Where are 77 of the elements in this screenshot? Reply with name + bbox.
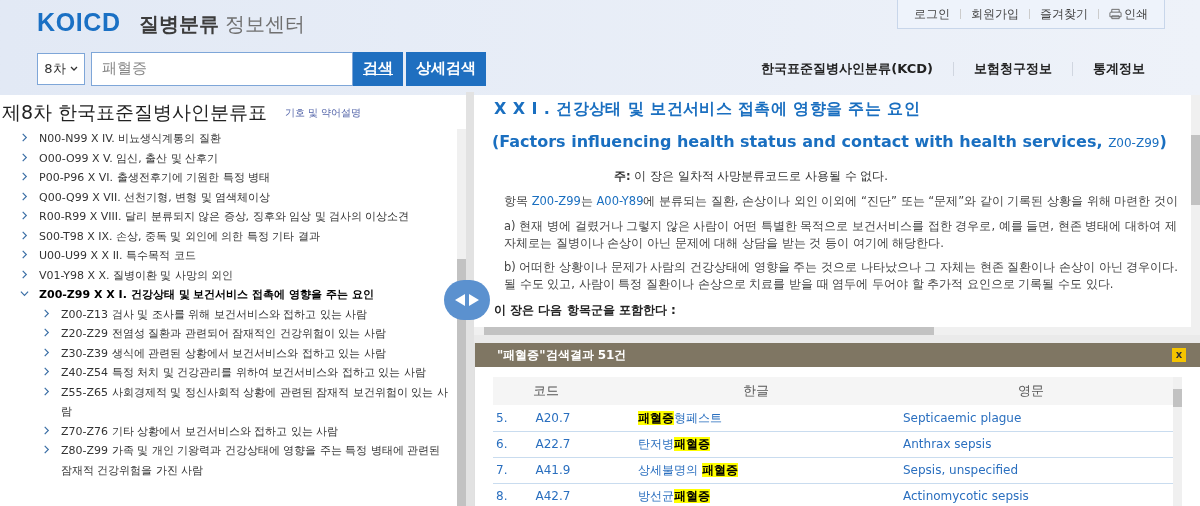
- code-link[interactable]: Z00-Z99: [531, 194, 581, 209]
- english-name-link[interactable]: Sepsis, unspecified: [903, 463, 1019, 477]
- search-field[interactable]: 패혈증: [91, 51, 353, 86]
- code-link[interactable]: A41.9: [535, 461, 571, 479]
- intro-text: 항목 Z00-Z99는 A00-Y89에 분류되는 질환, 손상이나 외인 이외에 “진단” 또는 “문제”와 같이 기록된 상황을 위해 마련한 것이: [504, 193, 1180, 211]
- top-link[interactable]: 인쇄: [1109, 5, 1148, 23]
- logo-text: KOICD: [37, 7, 121, 38]
- row-number: 7.: [496, 462, 508, 479]
- chevron-right-icon: [20, 211, 29, 220]
- chevron-right-icon: [42, 328, 51, 337]
- chapter-title: X X I . 건강상태 및 보건서비스 접촉에 영향을 주는 요인: [494, 98, 921, 120]
- tree-item[interactable]: Z30-Z39 생식에 관련된 상황에서 보건서비스와 접하고 있는 사람: [61, 343, 386, 363]
- tree-item[interactable]: R00-R99 X VIII. 달리 분류되지 않은 증상, 징후와 임상 및 검사의 이상소견: [39, 207, 410, 227]
- tree-item[interactable]: N00-N99 X IV. 비뇨생식계통의 질환: [39, 129, 221, 149]
- paragraph-line: b) 어떠한 상황이나 문제가 사람의 건강상태에 영향을 주는 것으로 나타났으나 그 자체는 현존 질환이나 손상이 아닌 경우이다.: [504, 258, 1179, 276]
- korean-name-link[interactable]: 패혈증형페스트: [638, 410, 722, 425]
- english-name-link[interactable]: Actinomycotic sepsis: [903, 489, 1029, 503]
- row-number: 5.: [496, 409, 508, 427]
- tree-item[interactable]: Z70-Z76 기타 상황에서 보건서비스와 접하고 있는 사람: [61, 421, 338, 441]
- splitter-bar[interactable]: [466, 92, 474, 506]
- column-header: 한글: [623, 377, 888, 405]
- scrollbar[interactable]: [457, 129, 466, 506]
- panel-title: 제8차 한국표준질병사인분류표: [2, 99, 268, 125]
- code-link[interactable]: A22.7: [535, 435, 571, 453]
- tree-item[interactable]: Z20-Z29 전염성 질환과 관련되어 잠재적인 건강위험이 있는 사람: [61, 324, 386, 344]
- row-number: 8.: [496, 488, 508, 505]
- row-number: 6.: [496, 436, 508, 453]
- chevron-right-icon: [20, 133, 29, 142]
- paragraph-line: 자체로는 질병이나 손상이 아닌 문제에 대해 상담을 받는 것 등이 여기에 해당한다.: [504, 234, 945, 252]
- tree-item[interactable]: S00-T98 X IX. 손상, 중독 및 외인에 의한 특정 기타 결과: [39, 226, 320, 246]
- includes-heading: 이 장은 다음 항목군을 포함한다 :: [494, 301, 677, 319]
- code-link[interactable]: A42.7: [535, 487, 571, 505]
- chapter-english-title: (Factors influencing health status and contact with health services, Z00-Z99): [492, 131, 1168, 153]
- nav-link[interactable]: 한국표준질병사인분류(KCD): [761, 58, 933, 79]
- results-title: "패혈증"검색결과 51건: [497, 347, 627, 364]
- version-select[interactable]: 8차: [37, 52, 85, 85]
- printer-icon: [1109, 8, 1122, 20]
- chevron-right-icon: [42, 445, 51, 454]
- paragraph-line: a) 현재 병에 걸렸거나 그렇지 않은 사람이 어떤 특별한 목적으로 보건서비스를 접한 경우로, 예를 들면, 현존 병태에 대하여 제: [504, 217, 1178, 235]
- horizontal-scrollbar[interactable]: [474, 327, 1200, 335]
- tree-item[interactable]: P00-P96 X VI. 출생전후기에 기원한 특정 병태: [39, 168, 270, 188]
- column-header: 코드: [493, 377, 623, 405]
- top-link[interactable]: 로그인: [914, 5, 950, 23]
- note-text: 주: 이 장은 일차적 사망분류코드로 사용될 수 없다.: [614, 168, 889, 185]
- tree-item[interactable]: Z00-Z13 검사 및 조사를 위해 보건서비스와 접하고 있는 사람: [61, 304, 367, 324]
- site-title: 질병분류 정보센터: [138, 11, 306, 38]
- korean-name-link[interactable]: 상세불명의 패혈증: [638, 463, 738, 477]
- nav-link[interactable]: 보험청구정보: [974, 58, 1052, 79]
- tree-item[interactable]: O00-O99 X V. 임신, 출산 및 산후기: [39, 148, 219, 168]
- chevron-right-icon: [20, 172, 29, 181]
- chevron-right-icon: [42, 367, 51, 376]
- code-link[interactable]: A20.7: [535, 408, 571, 427]
- top-link[interactable]: 즐겨찾기: [1040, 5, 1088, 23]
- chevron-right-icon: [20, 250, 29, 259]
- english-name-link[interactable]: Septicaemic plague: [903, 410, 1022, 425]
- close-button[interactable]: x: [1172, 348, 1186, 362]
- left-right-arrows-icon: [454, 293, 480, 307]
- column-header: 영문: [888, 377, 1173, 405]
- paragraph-line: 될 수도 있고, 사람이 특정 질환이나 손상으로 치료를 받을 때 염두에 두어야 할 추가적 요인으로 기록될 수도 있다.: [504, 275, 1115, 293]
- top-link[interactable]: 회원가입: [971, 5, 1019, 23]
- vertical-scrollbar[interactable]: [1191, 95, 1200, 327]
- code-link[interactable]: A00-Y89: [596, 194, 644, 209]
- tree-item[interactable]: V01-Y98 X X. 질병이환 및 사망의 외인: [39, 265, 234, 285]
- tree-item[interactable]: Z40-Z54 특정 처치 및 건강관리를 위하여 보건서비스와 접하고 있는 사람: [61, 363, 426, 383]
- english-name-link[interactable]: Anthrax sepsis: [903, 437, 992, 451]
- tree-item[interactable]: Q00-Q99 X VII. 선천기형, 변형 및 염색체이상: [39, 187, 271, 207]
- search-button[interactable]: 검색: [353, 51, 403, 86]
- tree-item[interactable]: Z55-Z65 사회경제적 및 정신사회적 상황에 관련된 잠재적 보건위험이 있는 사람: [61, 382, 453, 422]
- tree-item[interactable]: U00-U99 X X II. 특수목적 코드: [39, 246, 196, 266]
- advanced-search-button[interactable]: 상세검색: [406, 51, 486, 86]
- panel-toggle-button[interactable]: [444, 280, 490, 320]
- results-scrollbar[interactable]: [1173, 377, 1182, 506]
- tree-item[interactable]: Z00-Z99 X X I. 건강상태 및 보건서비스 접촉에 영향을 주는 요인: [39, 285, 374, 305]
- nav-link[interactable]: 통계정보: [1093, 58, 1145, 79]
- chevron-down-icon: [69, 65, 78, 72]
- tree-item[interactable]: Z80-Z99 가족 및 개인 기왕력과 건강상태에 영향을 주는 특정 병태에 관련된 잠재적 건강위험을 가진 사람: [61, 441, 453, 480]
- chevron-down-icon: [20, 289, 29, 298]
